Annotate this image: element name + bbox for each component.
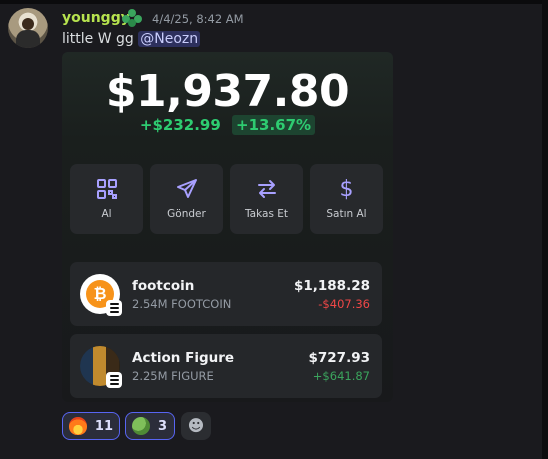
receive-label: Al <box>101 208 112 220</box>
reaction-count: 11 <box>94 418 113 434</box>
token-name: Action Figure <box>132 350 235 366</box>
add-reaction-button[interactable]: ☻ <box>181 412 211 440</box>
swap-icon <box>230 178 303 202</box>
chain-badge-icon <box>106 372 122 388</box>
pepe-emoji-icon <box>132 417 150 435</box>
change-absolute: +$232.99 <box>139 116 221 134</box>
buy-button[interactable]: $ Satın Al <box>310 164 383 234</box>
reaction-fire[interactable]: 11 <box>62 412 120 440</box>
smiley-icon: ☻ <box>187 416 205 435</box>
token-name: footcoin <box>132 278 195 294</box>
token-amount: 2.25M FIGURE <box>132 369 214 383</box>
clover-badge-icon <box>122 9 142 27</box>
message-body: little W gg <box>62 31 134 47</box>
balance-change: +$232.99 +13.67% <box>62 115 393 135</box>
token-value: $727.93 <box>308 350 371 366</box>
qr-code-icon <box>70 178 143 202</box>
send-icon <box>150 178 223 202</box>
avatar[interactable] <box>8 8 48 48</box>
top-border <box>0 0 548 4</box>
message-timestamp[interactable]: 4/4/25, 8:42 AM <box>152 12 244 26</box>
buy-label: Satın Al <box>326 208 367 220</box>
wallet-card[interactable]: $1,937.80 +$232.99 +13.67% Al Gönder Tak… <box>62 52 393 402</box>
reaction-pepe[interactable]: 3 <box>125 412 175 440</box>
send-label: Gönder <box>167 208 206 220</box>
right-border <box>542 0 548 459</box>
dollar-icon: $ <box>339 177 354 202</box>
avatar-head <box>22 18 34 30</box>
swap-button[interactable]: Takas Et <box>230 164 303 234</box>
fire-emoji-icon <box>69 417 87 435</box>
token-change: +$641.87 <box>312 369 370 383</box>
username[interactable]: younggy <box>62 10 130 26</box>
chain-badge-icon <box>106 300 122 316</box>
reaction-count: 3 <box>158 418 168 434</box>
token-amount: 2.54M FOOTCOIN <box>132 297 232 311</box>
token-value: $1,188.28 <box>293 278 370 294</box>
token-row-footcoin[interactable]: ₿ footcoin 2.54M FOOTCOIN $1,188.28 -$40… <box>70 262 382 326</box>
wallet-balance: $1,937.80 <box>105 66 350 117</box>
change-percent: +13.67% <box>232 115 316 135</box>
swap-label: Takas Et <box>245 208 288 220</box>
user-mention[interactable]: @Neozn <box>138 31 201 47</box>
token-change: -$407.36 <box>318 297 370 311</box>
send-button[interactable]: Gönder <box>150 164 223 234</box>
avatar-body <box>16 30 40 48</box>
message-text: little W gg @Neozn <box>62 31 201 47</box>
wallet-actions: Al Gönder Takas Et $ Satın Al <box>70 164 385 234</box>
receive-button[interactable]: Al <box>70 164 143 234</box>
token-row-action-figure[interactable]: Action Figure 2.25M FIGURE $727.93 +$641… <box>70 334 382 398</box>
